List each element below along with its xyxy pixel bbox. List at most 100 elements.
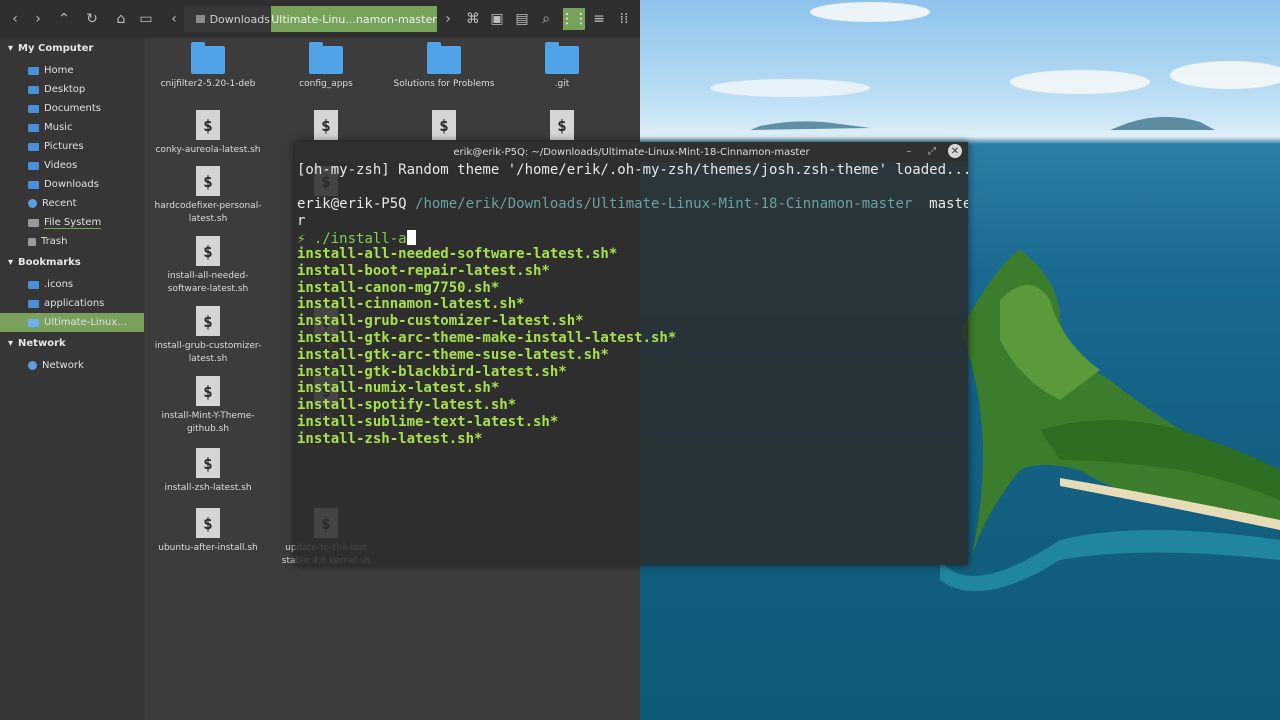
- file-name: hardcodefixer-personal- latest.sh: [154, 201, 262, 224]
- downloads-folder-icon: [28, 180, 39, 189]
- file-item[interactable]: $ conky-aureola-latest.sh: [149, 110, 267, 157]
- file-name: install-grub-customizer- latest.sh: [154, 341, 262, 364]
- path-right-arrow-icon[interactable]: ›: [437, 8, 459, 30]
- collapse-arrow-icon: ▾: [8, 338, 14, 349]
- console-icon[interactable]: ▣: [486, 8, 508, 30]
- search-icon[interactable]: ⌕: [535, 8, 557, 30]
- shell-script-icon: $: [196, 166, 220, 196]
- list-view-icon[interactable]: ≡: [588, 8, 610, 30]
- folder-icon: [28, 299, 39, 308]
- file-name: conky-aureola-latest.sh: [155, 145, 261, 155]
- collapse-arrow-icon: ▾: [8, 257, 14, 268]
- sidebar-item-pictures[interactable]: Pictures: [0, 137, 144, 156]
- file-item[interactable]: $ ubuntu-after-install.sh: [149, 508, 267, 555]
- file-item[interactable]: $ hardcodefixer-personal- latest.sh: [149, 166, 267, 226]
- sidebar-item-downloads[interactable]: Downloads: [0, 175, 144, 194]
- collapse-arrow-icon: ▾: [8, 43, 14, 54]
- folder-item[interactable]: .git: [503, 42, 621, 91]
- sidebar-item-label: Pictures: [44, 141, 84, 152]
- sidebar-item-home[interactable]: Home: [0, 61, 144, 80]
- terminal-line: [oh-my-zsh] Random theme '/home/erik/.oh…: [297, 162, 968, 179]
- file-name: cnijfilter2-5.20-1-deb: [160, 79, 256, 89]
- sidebar-item-label: Home: [44, 65, 74, 76]
- shell-script-icon: $: [196, 306, 220, 336]
- file-item[interactable]: $: [385, 110, 503, 144]
- sidebar-item-ultimate-linux[interactable]: Ultimate-Linux...: [0, 313, 144, 332]
- minimize-icon[interactable]: –: [902, 144, 916, 158]
- folder-icon: [28, 318, 39, 327]
- file-name: ubuntu-after-install.sh: [158, 543, 258, 553]
- maximize-icon[interactable]: ⤢: [925, 144, 939, 158]
- sidebar-item-desktop[interactable]: Desktop: [0, 80, 144, 99]
- file-item[interactable]: $: [503, 110, 621, 144]
- section-header: Bookmarks: [18, 257, 81, 268]
- sidebar-item-music[interactable]: Music: [0, 118, 144, 137]
- computer-icon[interactable]: ▭: [135, 8, 157, 30]
- file-item[interactable]: $ install-zsh-latest.sh: [149, 448, 267, 495]
- sidebar-item-trash[interactable]: Trash: [0, 232, 144, 251]
- section-header: Network: [18, 338, 66, 349]
- shell-script-icon: $: [196, 236, 220, 266]
- terminal-output[interactable]: [oh-my-zsh] Random theme '/home/erik/.oh…: [297, 162, 968, 562]
- section-network[interactable]: ▾ Network: [8, 338, 66, 349]
- shell-script-icon: $: [196, 376, 220, 406]
- terminal-icon[interactable]: ⌘: [462, 8, 484, 30]
- prompt-wrap: r: [297, 213, 306, 229]
- sidebar-item-recent[interactable]: Recent: [0, 194, 144, 213]
- reload-icon[interactable]: ↻: [81, 8, 103, 30]
- path-button-downloads[interactable]: Downloads: [184, 6, 270, 32]
- folder-item[interactable]: config_apps: [267, 42, 385, 91]
- completion-item: install-gtk-arc-theme-make-install-lates…: [297, 330, 677, 346]
- sidebar-item-documents[interactable]: Documents: [0, 99, 144, 118]
- completion-item: install-zsh-latest.sh*: [297, 430, 483, 447]
- path-label: Downloads: [209, 12, 270, 26]
- prompt-symbol: ⚡: [297, 231, 306, 247]
- sidebar-item-label: Music: [44, 122, 73, 133]
- close-icon[interactable]: ✕: [948, 144, 962, 158]
- path-button-current[interactable]: Ultimate-Linu...namon-master: [271, 6, 437, 32]
- folder-icon: [427, 42, 461, 74]
- terminal-titlebar[interactable]: erik@erik-P5Q: ~/Downloads/Ultimate-Linu…: [295, 142, 968, 162]
- back-icon[interactable]: ‹: [4, 8, 26, 30]
- grid-view-icon[interactable]: ⋮⋮: [560, 8, 588, 30]
- shell-script-icon: $: [196, 508, 220, 538]
- prompt-branch: maste: [929, 196, 968, 212]
- completion-item: install-all-needed-software-latest.sh*: [297, 246, 618, 262]
- folder-item[interactable]: cnijfilter2-5.20-1-deb: [149, 42, 267, 91]
- path-label: Ultimate-Linu...namon-master: [271, 12, 437, 26]
- path-left-arrow-icon[interactable]: ‹: [163, 8, 185, 30]
- sidebar-item-applications[interactable]: applications: [0, 294, 144, 313]
- file-name: install-all-needed- software-latest.sh: [167, 271, 249, 294]
- sidebar-item-label: Downloads: [44, 179, 99, 190]
- section-bookmarks[interactable]: ▾ Bookmarks: [8, 257, 81, 268]
- folder-icon: [191, 42, 225, 74]
- forward-icon[interactable]: ›: [27, 8, 49, 30]
- file-item[interactable]: $ install-grub-customizer- latest.sh: [149, 306, 267, 366]
- compact-view-icon[interactable]: ⁞⁞: [613, 8, 635, 30]
- file-item[interactable]: $ install-all-needed- software-latest.sh: [149, 236, 267, 296]
- theme-loaded-text: [oh-my-zsh] Random theme '/home/erik/.oh…: [297, 162, 968, 178]
- shell-script-icon: $: [550, 110, 574, 140]
- section-my-computer[interactable]: ▾ My Computer: [8, 43, 93, 54]
- folder-open-icon[interactable]: ▤: [511, 8, 533, 30]
- file-item[interactable]: $ install-Mint-Y-Theme- github.sh: [149, 376, 267, 436]
- recent-icon: [28, 199, 37, 208]
- home-icon[interactable]: ⌂: [110, 8, 132, 30]
- sidebar-item-label: Recent: [42, 198, 77, 209]
- sidebar-item-file-system[interactable]: File System: [0, 213, 144, 232]
- sidebar-item-label: Videos: [44, 160, 78, 171]
- up-icon[interactable]: ⌃: [53, 8, 75, 30]
- sidebar-item-icons[interactable]: .icons: [0, 275, 144, 294]
- folder-item[interactable]: Solutions for Problems: [385, 42, 503, 91]
- sidebar-item-videos[interactable]: Videos: [0, 156, 144, 175]
- command-text: ./install-a: [313, 231, 407, 247]
- prompt-path: /home/erik/Downloads/Ultimate-Linux-Mint…: [415, 196, 913, 212]
- sidebar-item-network[interactable]: Network: [0, 356, 144, 375]
- network-icon: [28, 361, 37, 370]
- folder-icon: [196, 15, 205, 23]
- sidebar-item-label: Network: [42, 360, 84, 371]
- file-name: .git: [554, 79, 570, 89]
- trash-icon: [28, 237, 36, 246]
- sidebar-item-label: File System: [44, 216, 102, 229]
- section-header: My Computer: [18, 43, 94, 54]
